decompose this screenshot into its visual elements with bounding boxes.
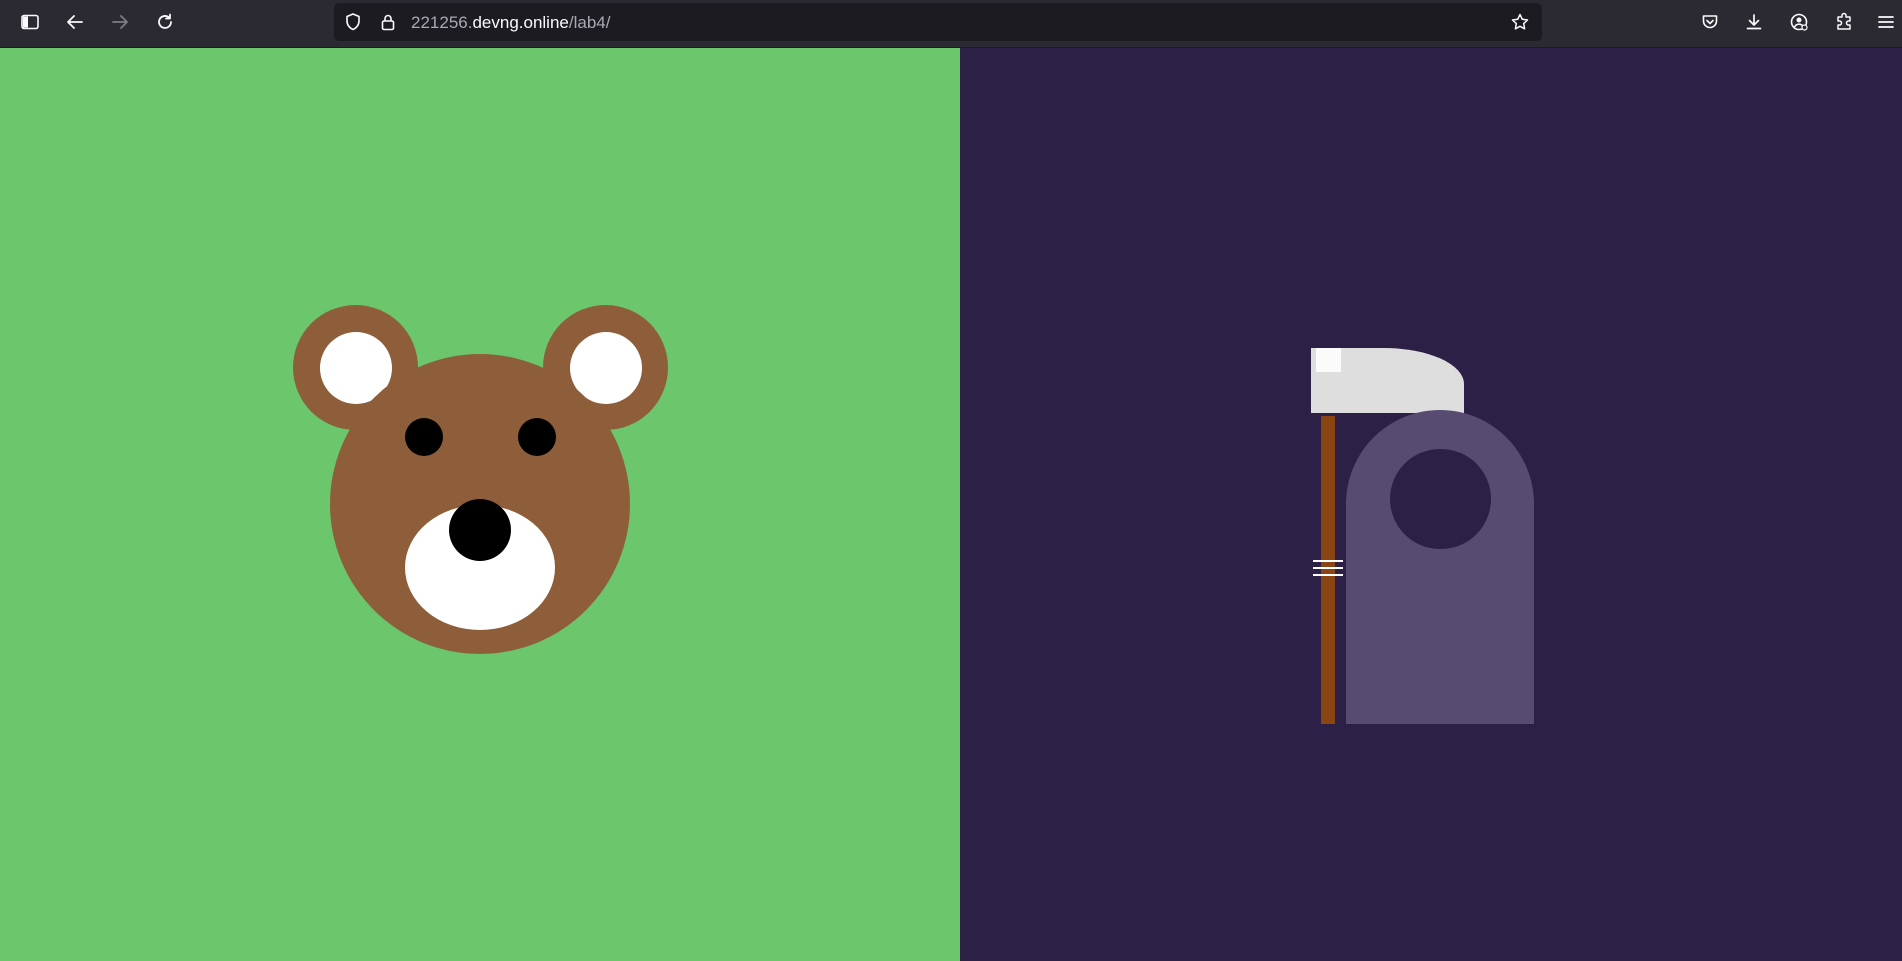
reload-icon <box>155 12 175 37</box>
forward-arrow-icon <box>110 12 130 37</box>
bear-left-eye <box>405 418 443 456</box>
account-button[interactable] <box>1781 6 1817 42</box>
back-arrow-icon <box>65 12 85 37</box>
extensions-icon <box>1834 12 1854 37</box>
scythe-grip-line <box>1313 560 1343 562</box>
reaper-hood-opening <box>1390 449 1491 549</box>
bear-right-eye <box>518 418 556 456</box>
star-icon[interactable] <box>1510 12 1530 32</box>
download-icon <box>1744 12 1764 37</box>
forward-button[interactable] <box>102 6 138 42</box>
sidebar-toggle-button[interactable] <box>12 6 48 42</box>
downloads-button[interactable] <box>1736 6 1772 42</box>
page-content <box>0 48 1902 961</box>
url-path: /lab4/ <box>568 13 611 32</box>
reaper-panel <box>960 48 1902 961</box>
pocket-icon <box>1700 12 1720 37</box>
scythe-handle <box>1321 416 1335 724</box>
hamburger-menu-icon <box>1876 12 1896 37</box>
app-menu-button[interactable] <box>1868 6 1902 42</box>
address-bar[interactable]: 221256.devng.online/lab4/ <box>334 3 1542 41</box>
scythe-grip-line <box>1313 567 1343 569</box>
bear-panel <box>0 48 960 961</box>
account-icon <box>1789 12 1809 37</box>
url-text[interactable]: 221256.devng.online/lab4/ <box>411 13 610 33</box>
back-button[interactable] <box>57 6 93 42</box>
extensions-button[interactable] <box>1826 6 1862 42</box>
pocket-button[interactable] <box>1692 6 1728 42</box>
browser-toolbar: 221256.devng.online/lab4/ <box>0 0 1902 48</box>
sidebar-icon <box>20 12 40 37</box>
url-subdomain: 221256. <box>411 13 473 32</box>
reload-button[interactable] <box>147 6 183 42</box>
shield-icon[interactable] <box>343 12 363 32</box>
bear-nose <box>449 499 511 561</box>
scythe-blade-tip <box>1316 348 1341 372</box>
url-domain: devng.online <box>472 13 569 32</box>
scythe-grip-line <box>1313 574 1343 576</box>
lock-icon[interactable] <box>378 12 398 32</box>
